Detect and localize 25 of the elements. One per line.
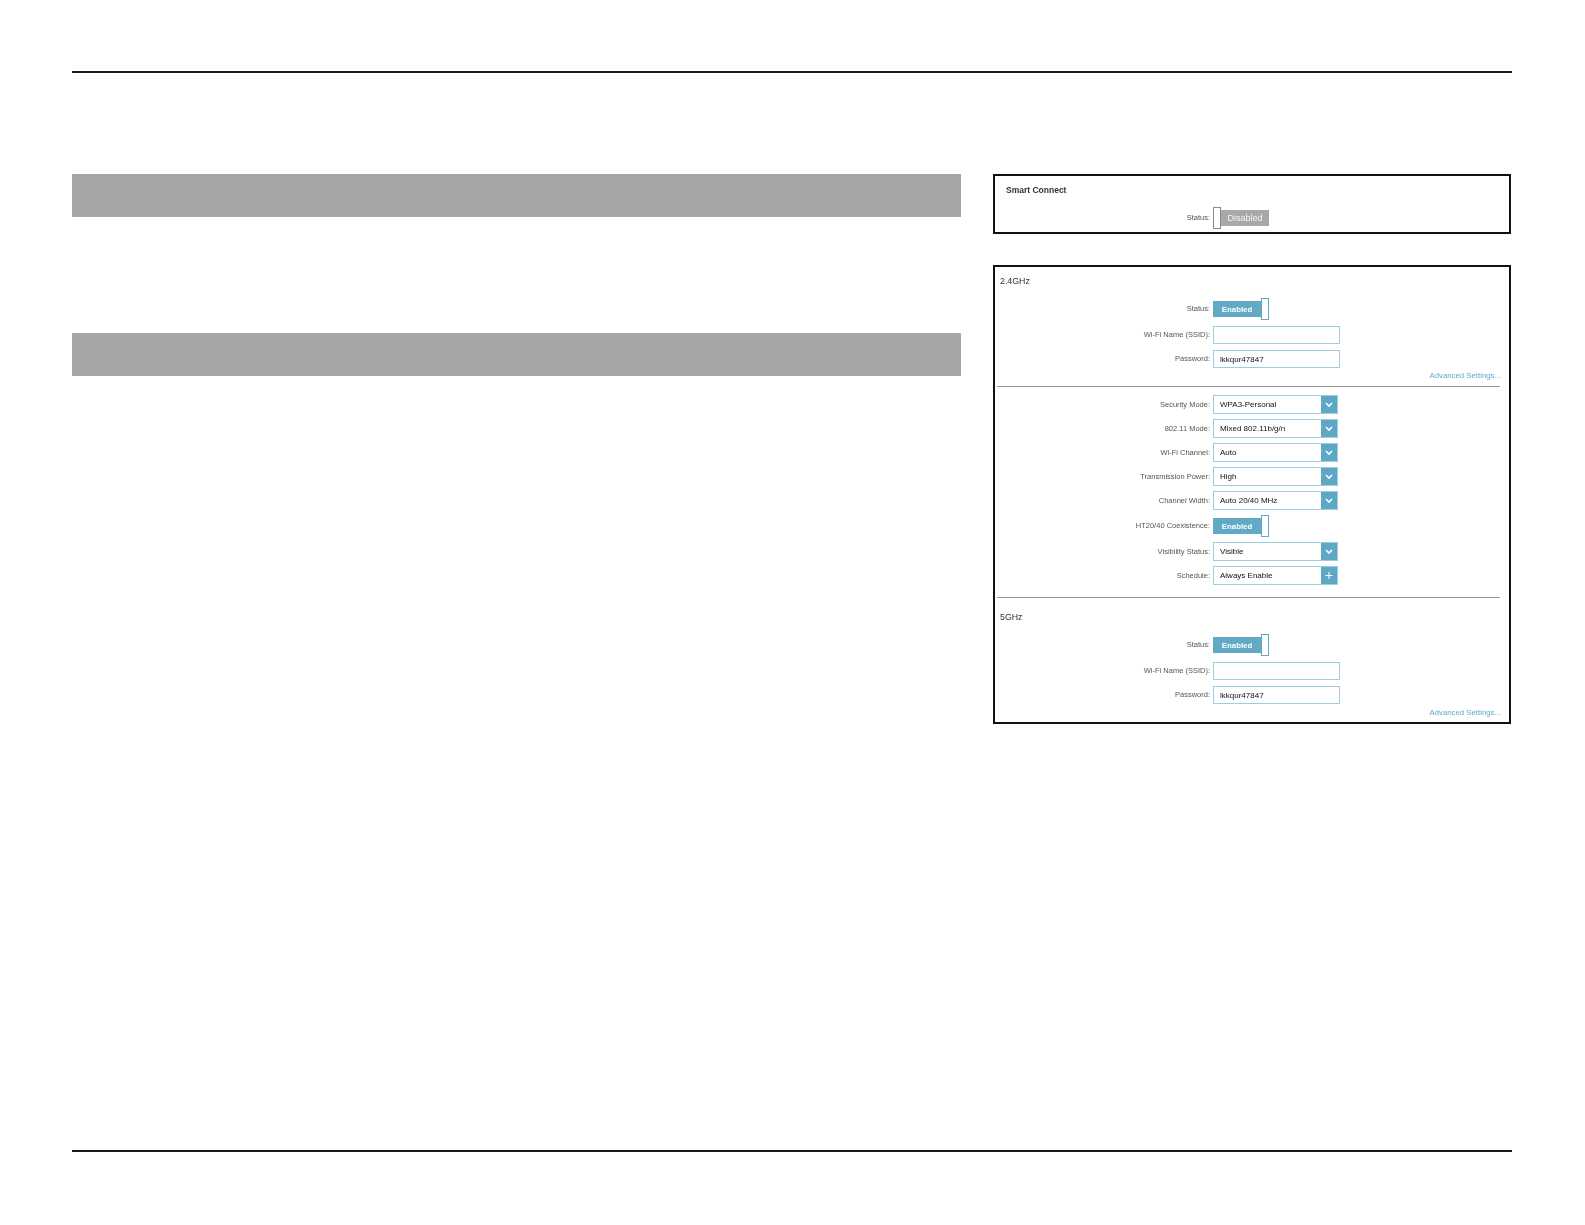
chevron-down-icon[interactable]	[1321, 468, 1337, 485]
dropdown-select[interactable]: Always Enable	[1213, 566, 1338, 585]
chevron-down-icon[interactable]	[1321, 396, 1337, 413]
dropdown-select[interactable]: Auto	[1213, 443, 1338, 462]
toggle-knob[interactable]	[1213, 207, 1221, 229]
chevron-down-icon[interactable]	[1321, 492, 1337, 509]
dropdown-select[interactable]: High	[1213, 467, 1338, 486]
text-field[interactable]: lkkqur47847	[1213, 686, 1340, 704]
dropdown-select[interactable]: Mixed 802.11b/g/n	[1213, 419, 1338, 438]
toggle-knob[interactable]	[1261, 298, 1269, 320]
text-field[interactable]: lkkqur47847	[1213, 350, 1340, 368]
chevron-down-icon[interactable]	[1321, 420, 1337, 437]
section-title: Smart Connect	[1006, 185, 1067, 196]
text-field[interactable]	[1213, 326, 1340, 344]
dropdown-select[interactable]: WPA3-Personal	[1213, 395, 1338, 414]
section-title: 2.4GHz	[1000, 276, 1030, 287]
toggle-knob[interactable]	[1261, 515, 1269, 537]
dropdown-select[interactable]: Auto 20/40 MHz	[1213, 491, 1338, 510]
section-title: 5GHz	[1000, 612, 1023, 623]
chevron-down-icon[interactable]	[1321, 444, 1337, 461]
dropdown-select[interactable]: Visible	[1213, 542, 1338, 561]
plus-icon[interactable]	[1321, 567, 1337, 584]
text-field[interactable]	[1213, 662, 1340, 680]
chevron-down-icon[interactable]	[1321, 543, 1337, 560]
toggle-knob[interactable]	[1261, 634, 1269, 656]
